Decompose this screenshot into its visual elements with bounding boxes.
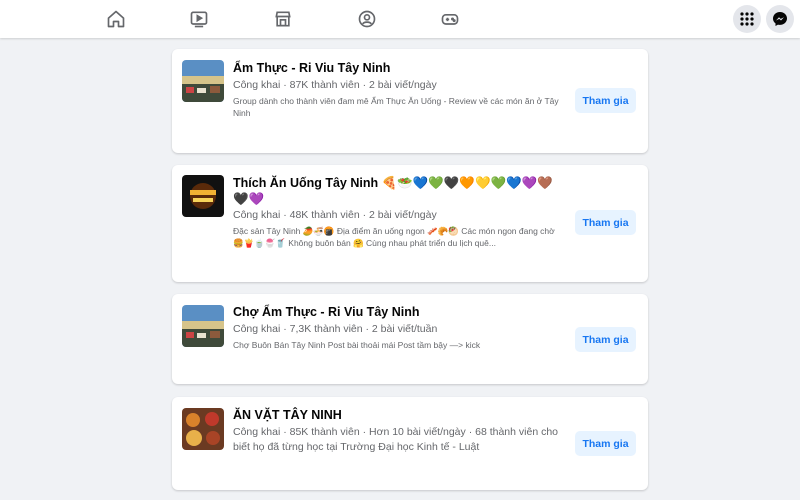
group-name[interactable]: Thích Ăn Uống Tây Ninh 🍕🥗💙💚🖤🧡💛💚💙💜🤎🖤💜 bbox=[233, 175, 563, 207]
group-info: Ẩm Thực - Ri Viu Tây Ninh Công khai · 87… bbox=[233, 60, 563, 119]
group-description: Đặc sản Tây Ninh 🥭🍜🍘 Địa điểm ăn uống ng… bbox=[233, 226, 555, 248]
home-icon[interactable] bbox=[104, 7, 128, 31]
group-thumbnail[interactable] bbox=[182, 305, 224, 347]
join-button[interactable]: Tham gia bbox=[575, 431, 636, 456]
group-meta: Công khai · 85K thành viên · Hơn 10 bài … bbox=[233, 426, 559, 453]
group-meta: Công khai · 87K thành viên · 2 bài viết/… bbox=[233, 79, 437, 91]
group-info: Chợ Ẩm Thực - Ri Viu Tây Ninh Công khai … bbox=[233, 304, 563, 351]
watch-icon[interactable] bbox=[187, 7, 211, 31]
group-description: Group dành cho thành viên đam mê Ẩm Thực… bbox=[233, 96, 559, 118]
group-meta: Công khai · 7,3K thành viên · 2 bài viết… bbox=[233, 323, 438, 335]
group-card: ĂN VẶT TÂY NINH Công khai · 85K thành vi… bbox=[172, 397, 648, 490]
group-thumbnail[interactable] bbox=[182, 60, 224, 102]
group-name[interactable]: Chợ Ẩm Thực - Ri Viu Tây Ninh bbox=[233, 304, 563, 321]
group-description: Chợ Buôn Bán Tây Ninh Post bài thoải mái… bbox=[233, 340, 481, 350]
group-info: ĂN VẶT TÂY NINH Công khai · 85K thành vi… bbox=[233, 407, 563, 455]
group-name[interactable]: Ẩm Thực - Ri Viu Tây Ninh bbox=[233, 60, 563, 77]
group-card: Ẩm Thực - Ri Viu Tây Ninh Công khai · 87… bbox=[172, 49, 648, 153]
groups-icon[interactable] bbox=[355, 7, 379, 31]
group-info: Thích Ăn Uống Tây Ninh 🍕🥗💙💚🖤🧡💛💚💙💜🤎🖤💜 Côn… bbox=[233, 175, 563, 249]
join-button[interactable]: Tham gia bbox=[575, 327, 636, 352]
group-name[interactable]: ĂN VẶT TÂY NINH bbox=[233, 407, 563, 424]
join-button[interactable]: Tham gia bbox=[575, 210, 636, 235]
menu-grid-icon[interactable] bbox=[733, 5, 761, 33]
messenger-icon[interactable] bbox=[766, 5, 794, 33]
group-thumbnail[interactable] bbox=[182, 408, 224, 450]
top-navigation-bar bbox=[0, 0, 800, 38]
gaming-icon[interactable] bbox=[438, 7, 462, 31]
join-button[interactable]: Tham gia bbox=[575, 88, 636, 113]
marketplace-icon[interactable] bbox=[271, 7, 295, 31]
group-meta: Công khai · 48K thành viên · 2 bài viết/… bbox=[233, 209, 437, 221]
group-thumbnail[interactable] bbox=[182, 175, 224, 217]
group-card: Chợ Ẩm Thực - Ri Viu Tây Ninh Công khai … bbox=[172, 294, 648, 384]
group-card: Thích Ăn Uống Tây Ninh 🍕🥗💙💚🖤🧡💛💚💙💜🤎🖤💜 Côn… bbox=[172, 165, 648, 282]
